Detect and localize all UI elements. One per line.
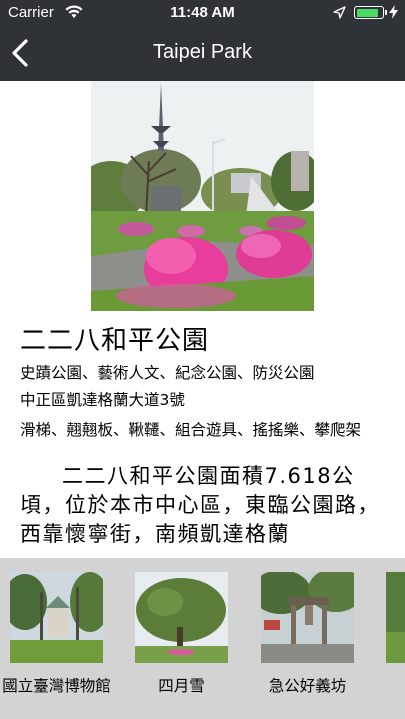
carousel-item[interactable]: 國立臺灣博物館 [0,558,111,719]
battery-level [356,8,379,17]
park-photo [91,81,314,311]
park-categories: 史蹟公園、藝術人文、紀念公園、防災公園 [20,364,315,382]
charging-bolt-icon [389,5,398,19]
status-bar: Carrier 11:48 AM [0,0,405,26]
carousel-item-label: 黃 [376,676,405,697]
carousel-item-label: 急公好義坊 [268,677,347,695]
battery-nub [384,10,387,15]
park-address: 中正區凱達格蘭大道3號 [20,391,185,409]
carousel-thumbnail [135,572,228,663]
carousel-item[interactable]: 黃 [376,558,405,719]
carousel-item-label: 國立臺灣博物館 [2,677,111,695]
carousel-item[interactable]: 四月雪 [125,558,235,719]
carousel-item-label: 四月雪 [158,677,205,695]
park-description: 二二八和平公園面積7.618公頃，位於本市中心區，東臨公園路，西靠懷寧街，南頻凱… [20,464,380,546]
carousel-thumbnail [261,572,354,663]
navigation-bar: Taipei Park [0,26,405,81]
park-name: 二二八和平公園 [20,326,210,356]
carousel-thumbnail [10,572,103,663]
park-facilities: 滑梯、翹翹板、鞦韆、組合遊具、搖搖樂、攀爬架 [20,421,362,439]
attractions-carousel[interactable]: 國立臺灣博物館 四月雪 急公好義坊 黃 [0,558,405,719]
carousel-thumbnail [386,572,405,663]
carousel-item[interactable]: 急公好義坊 [251,558,361,719]
battery-icon [354,6,387,19]
location-arrow-icon [333,6,346,19]
top-bar: Carrier 11:48 AM Taipei Park [0,0,405,81]
nav-title: Taipei Park [153,41,252,63]
